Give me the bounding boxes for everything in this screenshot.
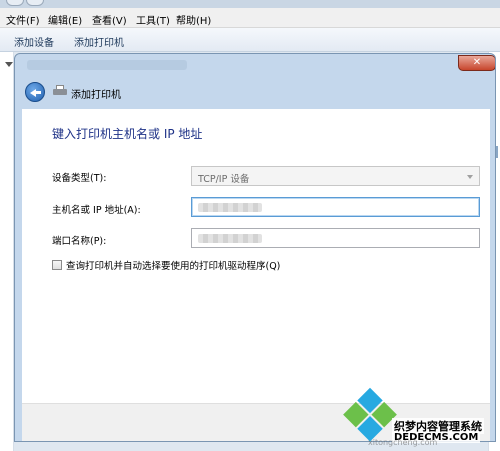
hostname-label: 主机名或 IP 地址(A): bbox=[52, 205, 141, 216]
port-name-input[interactable] bbox=[191, 228, 480, 248]
redacted-text bbox=[198, 234, 262, 243]
back-arrow-icon[interactable] bbox=[25, 82, 45, 102]
menu-file[interactable]: 文件(F) bbox=[6, 12, 40, 27]
chevron-down-icon bbox=[467, 175, 473, 179]
dialog-header: 添加打印机 bbox=[21, 78, 491, 106]
window-control[interactable] bbox=[26, 0, 44, 6]
menu-view[interactable]: 查看(V) bbox=[92, 12, 127, 27]
page-heading: 键入打印机主机名或 IP 地址 bbox=[52, 127, 203, 141]
dialog-titlebar-blur bbox=[27, 60, 187, 70]
add-printer-dialog: ✕ 添加打印机 键入打印机主机名或 IP 地址 设备类型(T): TCP/IP … bbox=[14, 53, 496, 442]
expand-arrow-icon[interactable] bbox=[5, 62, 13, 67]
device-type-label: 设备类型(T): bbox=[52, 173, 107, 184]
window-title-strip bbox=[0, 0, 500, 8]
menu-bar: 文件(F) 编辑(E) 查看(V) 工具(T) 帮助(H) bbox=[0, 8, 500, 28]
add-device-button[interactable]: 添加设备 bbox=[14, 34, 54, 49]
query-printer-label[interactable]: 查询打印机并自动选择要使用的打印机驱动程序(Q) bbox=[66, 258, 280, 272]
printer-icon bbox=[53, 85, 67, 97]
add-printer-button[interactable]: 添加打印机 bbox=[74, 34, 124, 49]
window-control[interactable] bbox=[6, 0, 24, 6]
dialog-content: 键入打印机主机名或 IP 地址 设备类型(T): TCP/IP 设备 主机名或 … bbox=[22, 109, 490, 403]
dialog-title: 添加打印机 bbox=[71, 90, 121, 101]
redacted-text bbox=[198, 203, 262, 212]
device-type-value: TCP/IP 设备 bbox=[198, 174, 250, 185]
query-printer-checkbox[interactable] bbox=[52, 260, 62, 270]
menu-edit[interactable]: 编辑(E) bbox=[48, 12, 82, 27]
close-button[interactable]: ✕ bbox=[458, 55, 495, 71]
command-bar: 添加设备 添加打印机 bbox=[0, 28, 500, 52]
device-type-select: TCP/IP 设备 bbox=[191, 166, 480, 186]
hostname-input[interactable] bbox=[191, 197, 480, 217]
menu-tools[interactable]: 工具(T) bbox=[136, 12, 170, 27]
watermark-url: xitongcheng.com bbox=[368, 438, 438, 447]
port-name-label: 端口名称(P): bbox=[52, 236, 107, 247]
navigation-pane bbox=[0, 52, 14, 451]
menu-help[interactable]: 帮助(H) bbox=[176, 12, 211, 27]
